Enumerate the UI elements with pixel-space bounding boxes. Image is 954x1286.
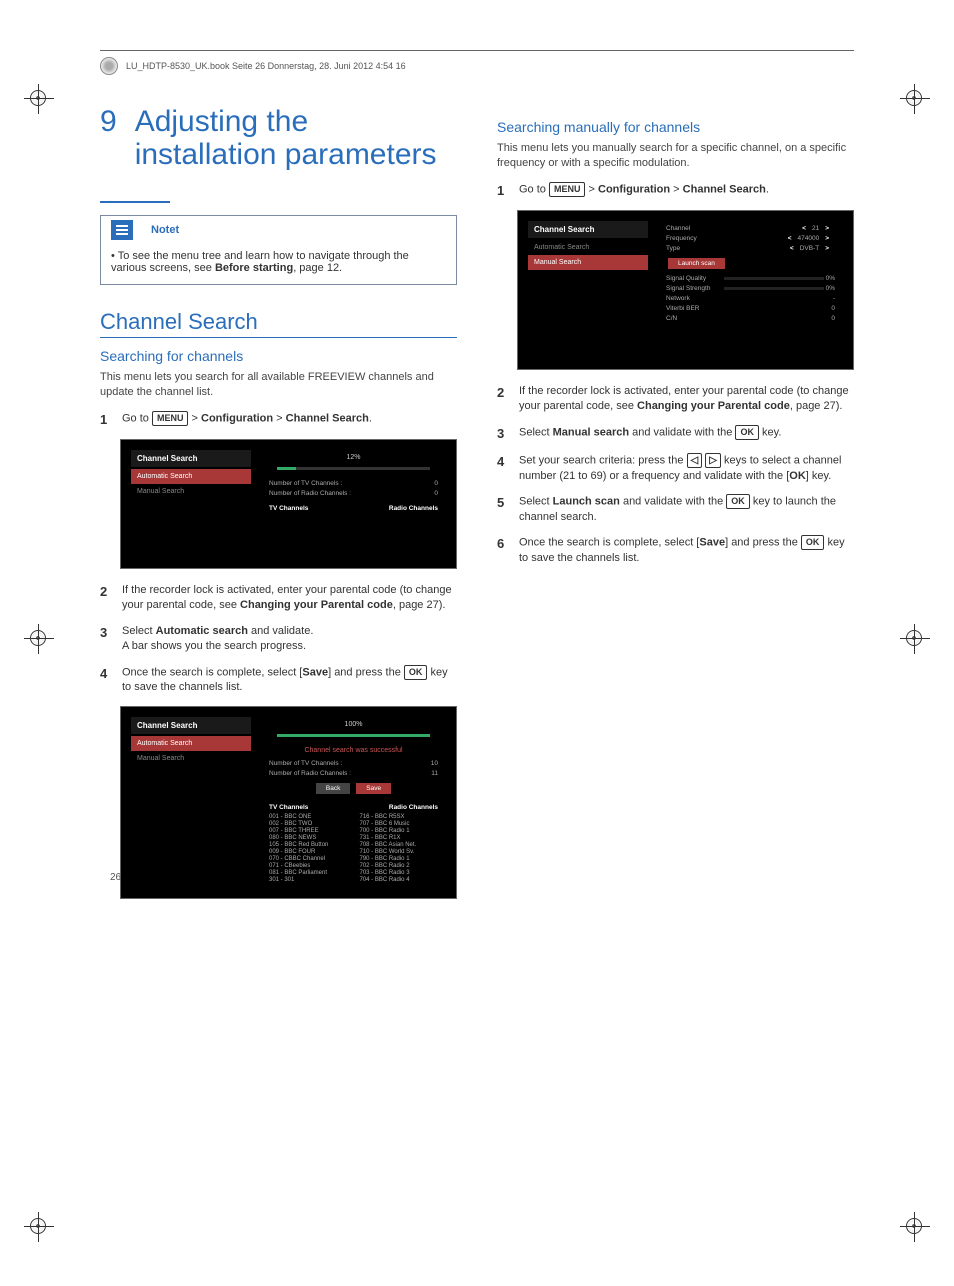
note-icon (111, 220, 133, 240)
chapter-number: 9 (100, 105, 117, 171)
ok-key: OK (735, 425, 759, 440)
screenshot-auto-search-progress: Channel Search Automatic Search Manual S… (120, 439, 457, 569)
chapter-title: Adjusting the installation parameters (135, 105, 457, 171)
ok-key: OK (404, 665, 428, 680)
r-step-3: Select Manual search and validate with t… (497, 425, 854, 443)
note-text: • To see the menu tree and learn how to … (111, 250, 446, 274)
right-column: Searching manually for channels This men… (497, 105, 854, 913)
crop-mark-icon (896, 1208, 934, 1246)
crop-mark-icon (896, 620, 934, 658)
r-step-1: Go to MENU > Configuration > Channel Sea… (497, 182, 854, 200)
right-steps-cont: If the recorder lock is activated, enter… (497, 384, 854, 567)
manual-intro: This menu lets you manually search for a… (497, 141, 854, 172)
menu-key: MENU (549, 182, 586, 197)
step-2: If the recorder lock is activated, enter… (100, 583, 457, 614)
right-steps: Go to MENU > Configuration > Channel Sea… (497, 182, 854, 200)
step-4: Once the search is complete, select [Sav… (100, 665, 457, 696)
note-block: Notet • To see the menu tree and learn h… (100, 215, 457, 285)
ok-key: OK (726, 494, 750, 509)
step-1: Go to MENU > Configuration > Channel Sea… (100, 411, 457, 429)
chapter-heading: 9 Adjusting the installation parameters (100, 105, 457, 171)
left-steps-cont: If the recorder lock is activated, enter… (100, 583, 457, 696)
right-arrow-key: ▷ (705, 453, 721, 468)
section-channel-search: Channel Search (100, 309, 457, 338)
note-rule (100, 201, 170, 203)
crop-mark-icon (20, 620, 58, 658)
radio-channel-list: 716 - BBC R5SX707 - BBC 6 Music700 - BBC… (360, 814, 439, 884)
header-rule (100, 50, 854, 51)
subsection-manual: Searching manually for channels (497, 119, 854, 135)
crop-mark-icon (896, 80, 934, 118)
note-label: Notet (151, 224, 179, 236)
screenshot-manual-search: Channel Search Automatic Search Manual S… (517, 210, 854, 370)
header-info: LU_HDTP-8530_UK.book Seite 26 Donnerstag… (100, 57, 854, 75)
tv-channel-list: 001 - BBC ONE002 - BBC TWO007 - BBC THRE… (269, 814, 348, 884)
r-step-4: Set your search criteria: press the ◁ ▷ … (497, 453, 854, 484)
r-step-2: If the recorder lock is activated, enter… (497, 384, 854, 415)
menu-key: MENU (152, 411, 189, 426)
crop-mark-icon (20, 80, 58, 118)
print-mark-icon (100, 57, 118, 75)
r-step-6: Once the search is complete, select [Sav… (497, 535, 854, 566)
header-file-info: LU_HDTP-8530_UK.book Seite 26 Donnerstag… (126, 61, 406, 71)
intro-text: This menu lets you search for all availa… (100, 370, 457, 401)
screenshot-auto-search-complete: Channel Search Automatic Search Manual S… (120, 706, 457, 899)
left-steps: Go to MENU > Configuration > Channel Sea… (100, 411, 457, 429)
ok-key: OK (801, 535, 825, 550)
r-step-5: Select Launch scan and validate with the… (497, 494, 854, 525)
crop-mark-icon (20, 1208, 58, 1246)
left-column: 9 Adjusting the installation parameters … (100, 105, 457, 913)
left-arrow-key: ◁ (687, 453, 703, 468)
subsection-searching: Searching for channels (100, 348, 457, 364)
page-number: 26 (110, 872, 121, 883)
step-3: Select Automatic search and validate. A … (100, 624, 457, 655)
